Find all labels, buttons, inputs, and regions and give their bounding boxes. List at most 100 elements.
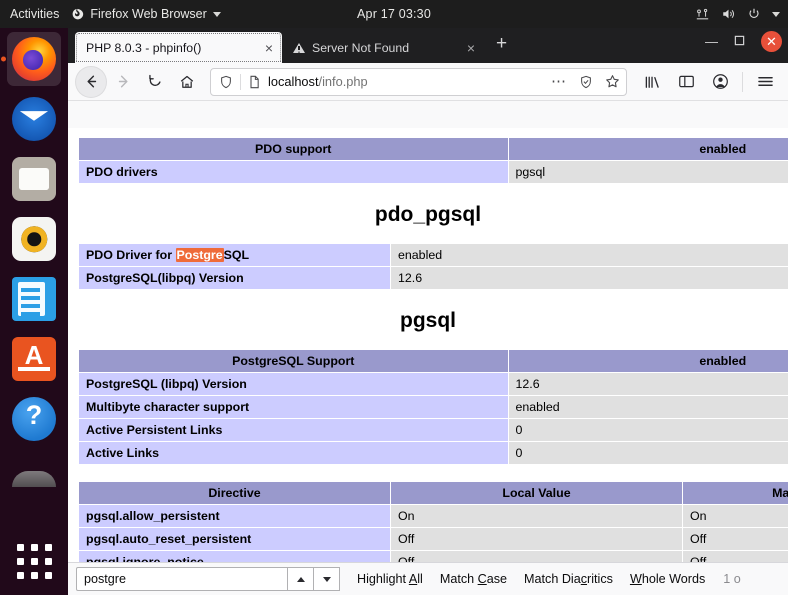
pgsql-directive-table: Directive Local Value Master Value pgsql… bbox=[78, 481, 788, 574]
dock-item-ubuntu-software[interactable] bbox=[7, 332, 61, 386]
accel-key: C bbox=[477, 572, 487, 586]
find-previous-button[interactable] bbox=[288, 567, 314, 591]
dock-item-partial[interactable] bbox=[7, 452, 61, 506]
table-row: pgsql.auto_reset_persistent Off Off bbox=[78, 527, 788, 551]
row-value: enabled bbox=[390, 243, 788, 267]
find-next-button[interactable] bbox=[314, 567, 340, 591]
url-text[interactable]: localhost/info.php bbox=[268, 74, 544, 89]
find-bar: postgre Highlight All Match Case Match D… bbox=[68, 562, 788, 595]
system-tray[interactable] bbox=[695, 7, 780, 21]
close-button[interactable]: ✕ bbox=[761, 31, 782, 52]
row-label: PostgreSQL (libpq) Version bbox=[78, 372, 509, 396]
row-value: 12.6 bbox=[507, 372, 788, 396]
hamburger-menu-icon[interactable] bbox=[750, 67, 780, 97]
show-applications-button[interactable] bbox=[16, 544, 52, 579]
thunderbird-icon bbox=[12, 97, 56, 141]
tab-phpinfo[interactable]: PHP 8.0.3 - phpinfo() × bbox=[75, 32, 282, 63]
files-icon bbox=[12, 157, 56, 201]
find-input[interactable]: postgre bbox=[76, 567, 288, 591]
firefox-icon bbox=[12, 37, 56, 81]
accel-key: A bbox=[408, 572, 418, 586]
page-content: PDO support enabled PDO drivers pgsql pd… bbox=[68, 128, 788, 595]
row-master-value: On bbox=[682, 504, 788, 528]
dock-item-rhythmbox[interactable] bbox=[7, 212, 61, 266]
dock-item-libreoffice-writer[interactable] bbox=[7, 272, 61, 326]
row-value: pgsql bbox=[507, 160, 788, 184]
section-heading-pdo-pgsql: pdo_pgsql bbox=[374, 203, 482, 226]
home-button[interactable] bbox=[172, 67, 202, 97]
find-match-status: 1 o bbox=[723, 572, 741, 586]
rhythmbox-icon bbox=[12, 217, 56, 261]
divider bbox=[240, 73, 241, 90]
chevron-up-icon bbox=[296, 576, 305, 582]
dock-item-help[interactable] bbox=[7, 392, 61, 446]
clock[interactable]: Apr 17 03:30 bbox=[0, 7, 788, 21]
row-directive: pgsql.auto_reset_persistent bbox=[78, 527, 391, 551]
accel-key: c bbox=[580, 572, 588, 586]
volume-icon bbox=[721, 7, 736, 21]
row-master-value: Off bbox=[682, 527, 788, 551]
network-icon bbox=[695, 7, 710, 21]
bookmark-star-icon[interactable] bbox=[605, 74, 620, 89]
forward-button[interactable] bbox=[108, 67, 138, 97]
whole-words-toggle[interactable]: Whole Words bbox=[630, 572, 705, 586]
label-suffix: SQL bbox=[223, 248, 250, 262]
match-case-toggle[interactable]: Match Case bbox=[440, 572, 507, 586]
dock-item-files[interactable] bbox=[7, 152, 61, 206]
table-header-row: Directive Local Value Master Value bbox=[78, 481, 788, 505]
dock-item-firefox[interactable] bbox=[7, 32, 61, 86]
chevron-down-icon bbox=[772, 11, 780, 17]
new-tab-button[interactable]: + bbox=[484, 34, 517, 57]
shield-icon[interactable] bbox=[219, 75, 233, 89]
find-highlight-active: Postgre bbox=[175, 248, 224, 262]
row-directive: pgsql.allow_persistent bbox=[78, 504, 391, 528]
row-label: Active Links bbox=[78, 441, 509, 465]
chevron-down-icon bbox=[322, 576, 331, 582]
row-label: Multibyte character support bbox=[78, 395, 509, 419]
dock-item-thunderbird[interactable] bbox=[7, 92, 61, 146]
reload-button[interactable] bbox=[140, 67, 170, 97]
back-button[interactable] bbox=[76, 66, 106, 97]
tab-server-not-found[interactable]: Server Not Found × bbox=[282, 32, 484, 63]
close-icon[interactable]: × bbox=[259, 41, 273, 55]
header-label: PDO support bbox=[78, 137, 509, 161]
toolbar-buttons bbox=[637, 67, 780, 97]
pdo-pgsql-table: PDO Driver for PostgreSQL enabled Postgr… bbox=[78, 243, 788, 290]
url-host: localhost bbox=[268, 74, 319, 89]
table-row: Active Links 0 bbox=[78, 441, 788, 465]
row-local-value: Off bbox=[390, 527, 683, 551]
table-header-row: PDO support enabled bbox=[78, 137, 788, 161]
row-label: PostgreSQL(libpq) Version bbox=[78, 266, 391, 290]
header-label: PostgreSQL Support bbox=[78, 349, 509, 373]
close-icon[interactable]: × bbox=[461, 41, 475, 55]
library-icon[interactable] bbox=[637, 67, 667, 97]
url-bar[interactable]: localhost/info.php ⋯ bbox=[210, 67, 627, 96]
row-label: PDO drivers bbox=[78, 160, 509, 184]
label-prefix: PDO Driver for bbox=[86, 248, 176, 262]
table-row: PDO drivers pgsql bbox=[78, 160, 788, 184]
url-path: /info.php bbox=[318, 74, 368, 89]
page-icon[interactable] bbox=[248, 75, 261, 89]
highlight-all-toggle[interactable]: Highlight All bbox=[357, 572, 423, 586]
table-row: PostgreSQL (libpq) Version 12.6 bbox=[78, 372, 788, 396]
writer-icon bbox=[12, 277, 56, 321]
pdo-support-table: PDO support enabled PDO drivers pgsql bbox=[78, 137, 788, 184]
row-label: PDO Driver for PostgreSQL bbox=[78, 243, 391, 267]
tracking-protection-icon[interactable] bbox=[579, 75, 593, 89]
page-actions-icon[interactable]: ⋯ bbox=[551, 74, 567, 89]
header-value: enabled bbox=[507, 349, 788, 373]
accel-key: W bbox=[629, 572, 642, 586]
window-controls: — ✕ bbox=[705, 31, 782, 52]
table-row: PDO Driver for PostgreSQL enabled bbox=[78, 243, 788, 267]
match-diacritics-toggle[interactable]: Match Diacritics bbox=[524, 572, 613, 586]
maximize-icon[interactable] bbox=[734, 35, 745, 48]
minimize-button[interactable]: — bbox=[705, 35, 718, 48]
header-directive: Directive bbox=[78, 481, 391, 505]
sidebar-toggle-icon[interactable] bbox=[671, 67, 701, 97]
header-value: enabled bbox=[507, 137, 788, 161]
header-local-value: Local Value bbox=[390, 481, 683, 505]
table-row: PostgreSQL(libpq) Version 12.6 bbox=[78, 266, 788, 290]
account-icon[interactable] bbox=[705, 67, 735, 97]
ubuntu-dock bbox=[0, 28, 68, 595]
